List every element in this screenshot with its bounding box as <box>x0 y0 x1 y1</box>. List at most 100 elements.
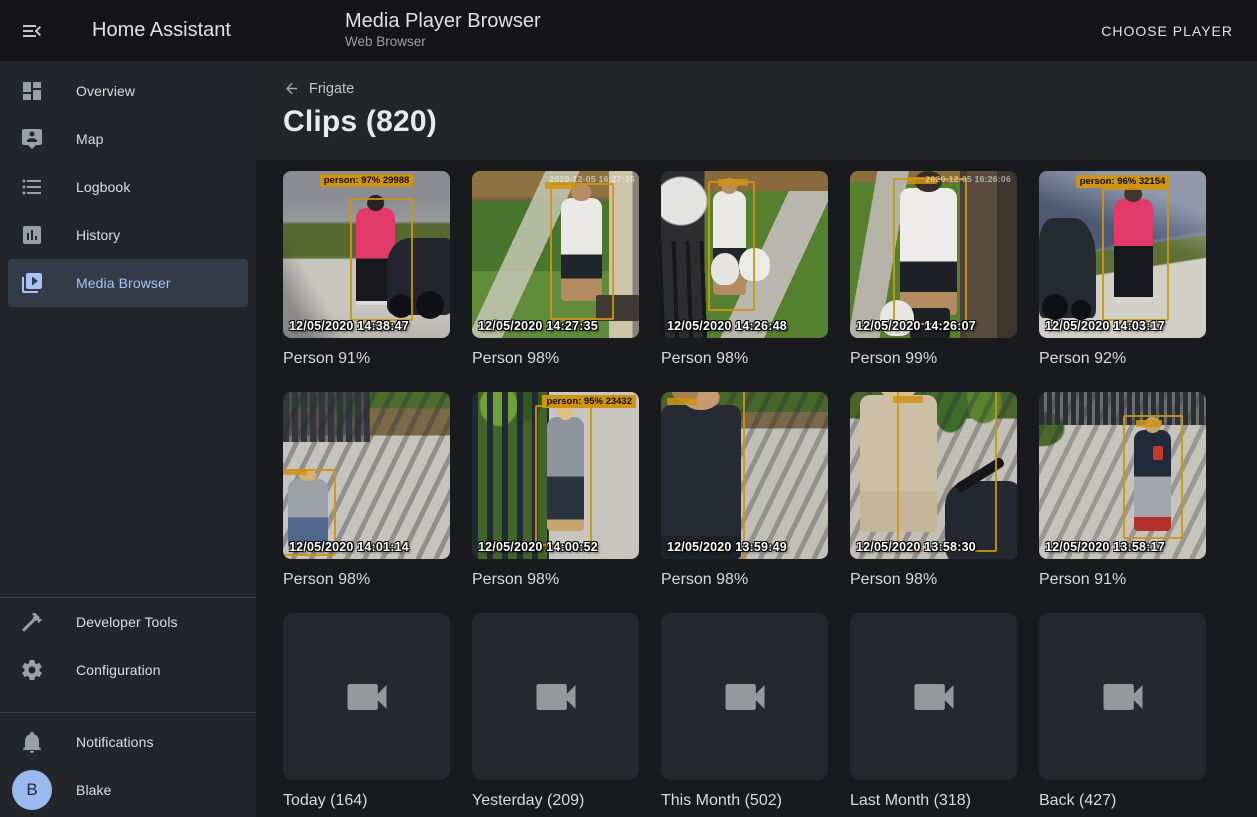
folder-card-this-month[interactable]: This Month (502) <box>661 613 828 811</box>
scene-object <box>1039 218 1096 318</box>
bell-icon <box>20 730 44 754</box>
detection-label: person: 96% 32154 <box>1076 175 1170 188</box>
folder-thumbnail <box>661 613 828 780</box>
sidebar-item-developer-tools[interactable]: Developer Tools <box>8 598 248 646</box>
home-assistant-window: Home Assistant Media Player Browser Web … <box>0 0 1257 817</box>
timestamp-overlay: 12/05/2020 14:03:17 <box>1045 319 1165 333</box>
clip-card[interactable]: person: 95% 23432 12/05/2020 14:00:52 Pe… <box>472 392 639 590</box>
sidebar-footer: Developer Tools Configuration Notificati… <box>0 597 256 814</box>
timestamp-overlay: 12/05/2020 14:00:52 <box>478 540 598 554</box>
clip-thumbnail: 2020-12-05 16:27:35 12/05/2020 14:27:35 <box>472 171 639 338</box>
hammer-icon <box>20 610 44 634</box>
clips-row: person: 97% 29988 12/05/2020 14:38:47 Pe… <box>283 171 1257 369</box>
clip-thumbnail: person: 97% 29988 12/05/2020 14:38:47 <box>283 171 450 338</box>
timestamp-overlay: 12/05/2020 14:26:07 <box>856 319 976 333</box>
clip-thumbnail: person: 95% 23432 12/05/2020 14:00:52 <box>472 392 639 559</box>
clips-grid: person: 97% 29988 12/05/2020 14:38:47 Pe… <box>256 160 1257 811</box>
folder-card-today[interactable]: Today (164) <box>283 613 450 811</box>
content-header: Frigate Clips (820) <box>256 61 1257 160</box>
clip-card[interactable]: 12/05/2020 13:58:17 Person 91% <box>1039 392 1206 590</box>
sidebar-item-configuration[interactable]: Configuration <box>8 646 248 694</box>
clip-caption: Person 98% <box>661 349 828 369</box>
dashboard-icon <box>20 79 44 103</box>
sidebar-item-label: Logbook <box>76 179 130 195</box>
sidebar-item-logbook[interactable]: Logbook <box>8 163 248 211</box>
detection-bbox <box>350 198 413 322</box>
clip-caption: Person 91% <box>283 349 450 369</box>
clip-card[interactable]: 2020-12-05 16:27:35 12/05/2020 14:27:35 … <box>472 171 639 369</box>
gear-icon <box>20 658 44 682</box>
sidebar-item-label: Configuration <box>76 662 161 678</box>
folder-caption: This Month (502) <box>661 791 828 811</box>
clip-thumbnail: 2020-12-05 16:26:06 12/05/2020 14:26:07 <box>850 171 1017 338</box>
clip-card[interactable]: person: 96% 32154 12/05/2020 14:03:17 Pe… <box>1039 171 1206 369</box>
clip-thumbnail: 12/05/2020 13:58:30 <box>850 392 1017 559</box>
sidebar-item-user[interactable]: B Blake <box>8 766 248 814</box>
folder-thumbnail <box>850 613 1017 780</box>
sidebar-item-label: Notifications <box>76 734 154 750</box>
detection-bbox <box>897 392 997 552</box>
clip-card[interactable]: 12/05/2020 14:01:14 Person 98% <box>283 392 450 590</box>
video-camera-icon <box>341 671 393 723</box>
map-icon <box>20 127 44 151</box>
detection-label: person: 97% 29988 <box>320 174 414 187</box>
video-camera-icon <box>530 671 582 723</box>
menu-open-icon <box>20 19 44 43</box>
detection-bbox <box>535 405 592 545</box>
clip-card[interactable]: 12/05/2020 13:59:49 Person 98% <box>661 392 828 590</box>
detection-label <box>718 179 748 186</box>
sidebar-item-history[interactable]: History <box>8 211 248 259</box>
sidebar-divider <box>0 712 256 713</box>
sidebar-item-media-browser[interactable]: Media Browser <box>8 259 248 307</box>
clip-thumbnail: 12/05/2020 14:01:14 <box>283 392 450 559</box>
top-app-bar: Home Assistant Media Player Browser Web … <box>0 0 1257 61</box>
timestamp-overlay: 12/05/2020 13:58:17 <box>1045 540 1165 554</box>
clip-card[interactable]: 12/05/2020 14:26:48 Person 98% <box>661 171 828 369</box>
clips-row: 12/05/2020 14:01:14 Person 98% person: 9… <box>283 392 1257 590</box>
clip-card[interactable]: 2020-12-05 16:26:06 12/05/2020 14:26:07 … <box>850 171 1017 369</box>
choose-player-button[interactable]: CHOOSE PLAYER <box>1093 15 1241 47</box>
video-camera-icon <box>719 671 771 723</box>
folder-thumbnail <box>283 613 450 780</box>
detection-label <box>667 398 697 405</box>
video-camera-icon <box>1097 671 1149 723</box>
clip-card[interactable]: 12/05/2020 13:58:30 Person 98% <box>850 392 1017 590</box>
clip-thumbnail: 12/05/2020 14:26:48 <box>661 171 828 338</box>
folder-caption: Last Month (318) <box>850 791 1017 811</box>
detection-bbox <box>661 392 745 559</box>
back-arrow-icon <box>283 80 300 97</box>
sidebar-item-label: Developer Tools <box>76 614 178 630</box>
timestamp-overlay: 12/05/2020 14:01:14 <box>289 540 409 554</box>
sidebar-item-overview[interactable]: Overview <box>8 67 248 115</box>
timestamp-overlay: 12/05/2020 14:38:47 <box>289 319 409 333</box>
folder-card-back[interactable]: Back (427) <box>1039 613 1206 811</box>
clip-caption: Person 98% <box>472 570 639 590</box>
breadcrumb-label: Frigate <box>309 81 354 97</box>
folder-caption: Yesterday (209) <box>472 791 639 811</box>
folder-card-yesterday[interactable]: Yesterday (209) <box>472 613 639 811</box>
detection-bbox <box>1123 415 1183 539</box>
camera-osd-overlay: 2020-12-05 16:27:35 <box>549 174 635 184</box>
timestamp-overlay: 12/05/2020 13:59:49 <box>667 540 787 554</box>
sidebar-toggle-button[interactable] <box>12 11 52 51</box>
sidebar-item-label: Media Browser <box>76 275 171 291</box>
sidebar-item-map[interactable]: Map <box>8 115 248 163</box>
detection-label <box>1136 420 1162 427</box>
user-name: Blake <box>76 782 112 798</box>
sidebar-item-label: Overview <box>76 83 135 99</box>
clip-caption: Person 92% <box>1039 349 1206 369</box>
folder-caption: Today (164) <box>283 791 450 811</box>
sidebar-item-label: History <box>76 227 120 243</box>
media-browser-icon <box>20 271 44 295</box>
detection-label <box>285 469 307 475</box>
sidebar-item-notifications[interactable]: Notifications <box>8 718 248 766</box>
detection-bbox <box>708 181 755 311</box>
clip-card[interactable]: person: 97% 29988 12/05/2020 14:38:47 Pe… <box>283 171 450 369</box>
clip-caption: Person 98% <box>283 570 450 590</box>
media-browser-panel: Frigate Clips (820) person: 97% 29988 12… <box>256 61 1257 817</box>
detection-bbox <box>550 183 613 320</box>
breadcrumb-back-link[interactable]: Frigate <box>283 80 354 97</box>
timestamp-overlay: 12/05/2020 14:26:48 <box>667 319 787 333</box>
folder-thumbnail <box>472 613 639 780</box>
folder-card-last-month[interactable]: Last Month (318) <box>850 613 1017 811</box>
